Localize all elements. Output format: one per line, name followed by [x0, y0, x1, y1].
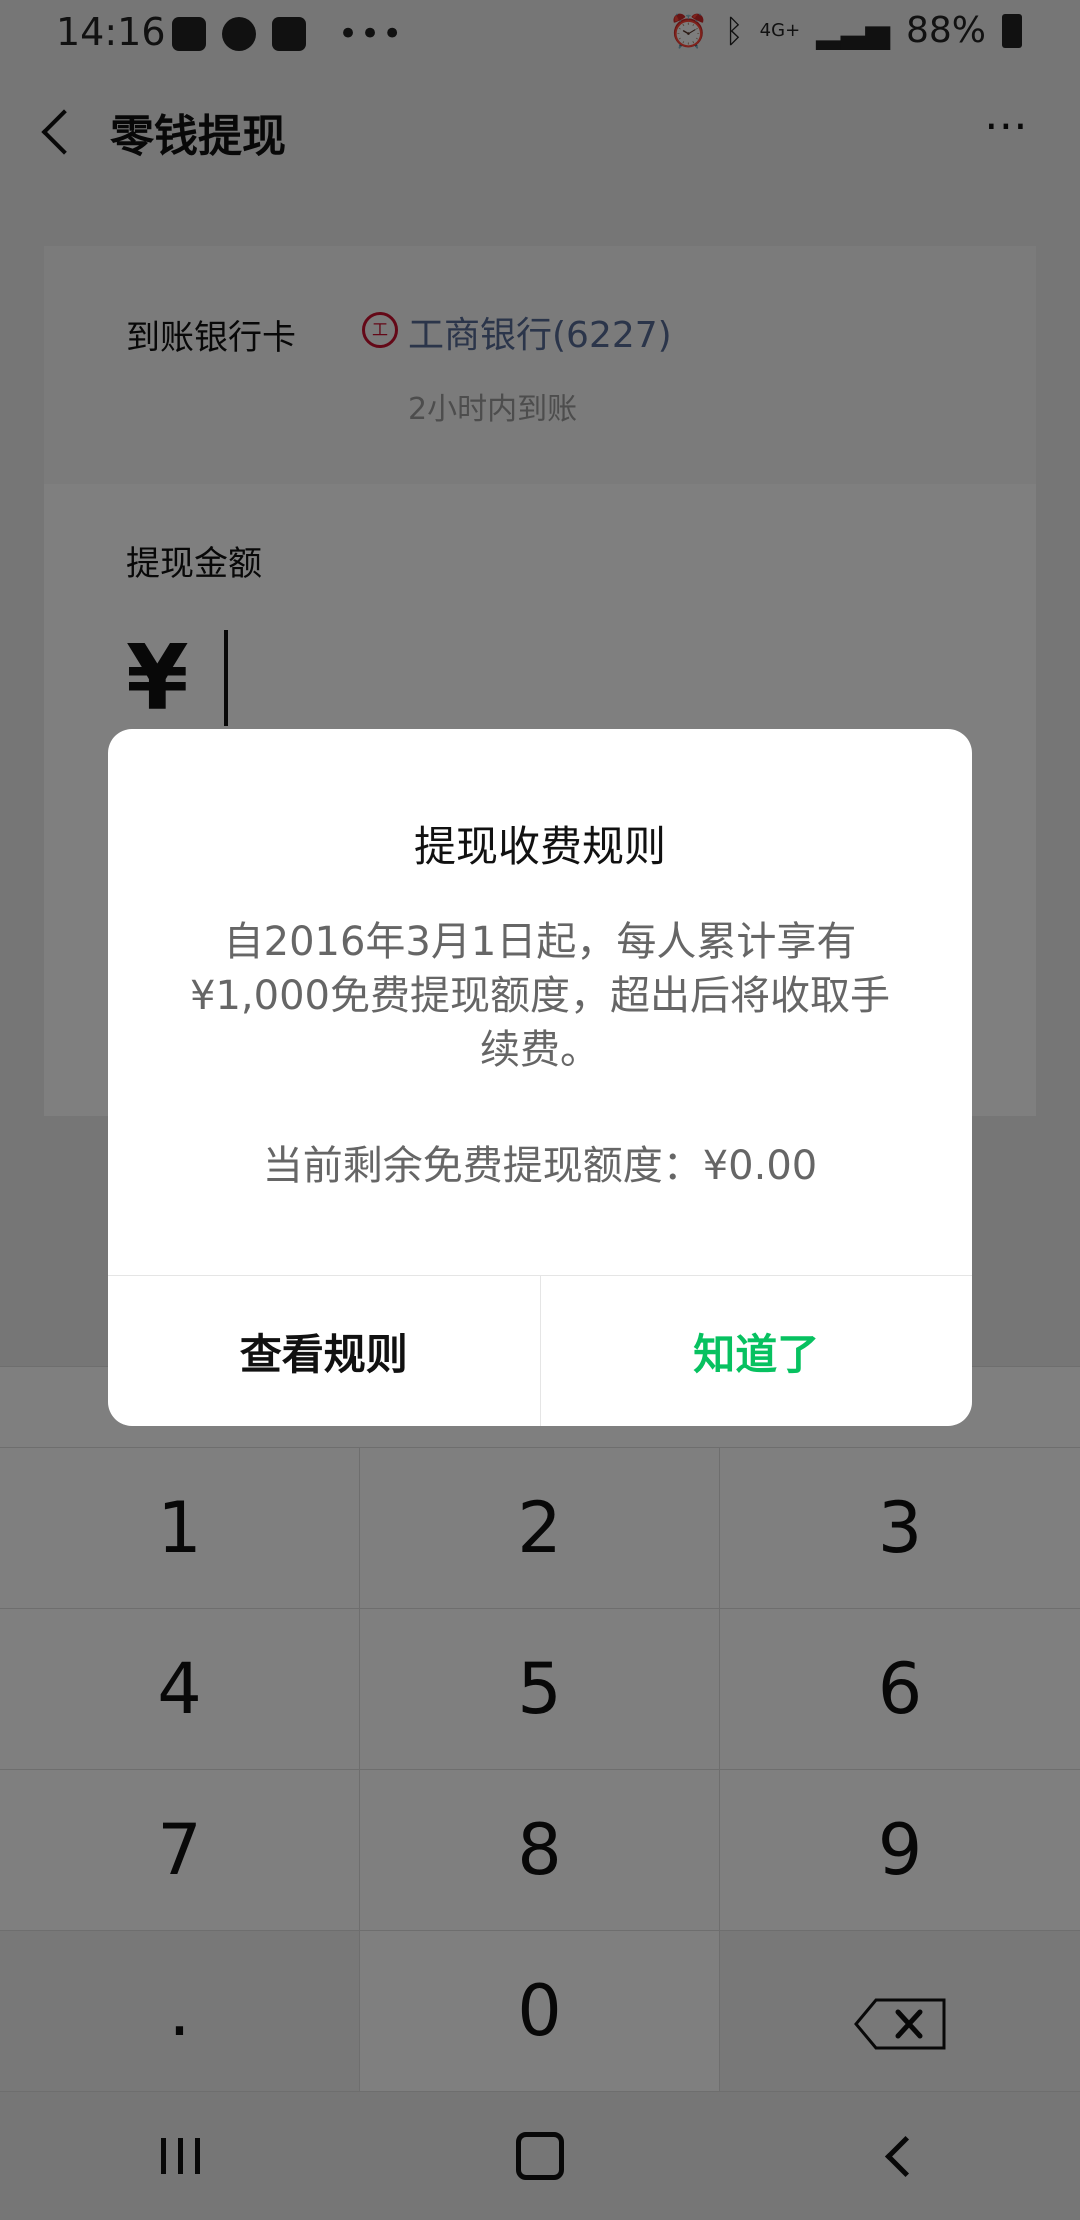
dialog-actions: 查看规则 知道了 — [108, 1275, 972, 1426]
dialog-title: 提现收费规则 — [413, 822, 666, 871]
fee-rules-dialog: 提现收费规则 自2016年3月1日起，每人累计享有¥1,000免费提现额度，超出… — [108, 729, 972, 1426]
dialog-body: 自2016年3月1日起，每人累计享有¥1,000免费提现额度，超出后将收取手续费… — [190, 919, 890, 1073]
got-it-button[interactable]: 知道了 — [541, 1276, 973, 1426]
view-rules-button[interactable]: 查看规则 — [108, 1276, 541, 1426]
remaining-quota: 当前剩余免费提现额度：¥0.00 — [262, 1143, 818, 1189]
